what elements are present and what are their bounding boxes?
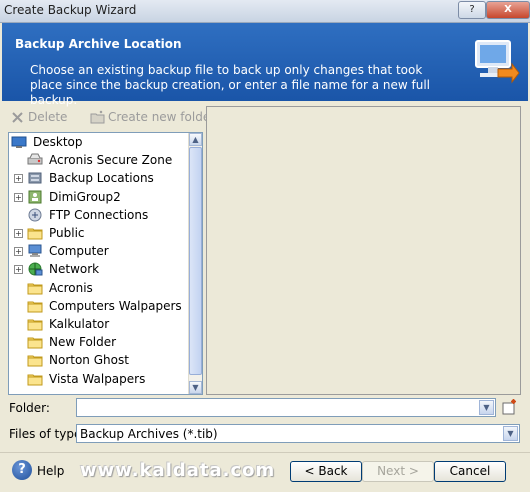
folder-icon (27, 374, 43, 386)
folder-icon (27, 301, 43, 313)
folder-tree[interactable]: Desktop Acronis Secure Zone + Backup Locati… (8, 132, 203, 395)
expand-toggle[interactable]: + (14, 192, 23, 202)
folder-icon (27, 337, 43, 349)
header-title: Backup Archive Location (15, 37, 182, 51)
desktop-icon (11, 136, 27, 148)
tree-item[interactable]: + Network (9, 260, 188, 278)
footer-divider (0, 452, 530, 453)
back-button[interactable]: < Back (290, 461, 362, 482)
create-new-folder-button[interactable]: Create new folder (108, 110, 215, 124)
tree-item-label: Desktop (33, 135, 83, 149)
scroll-down-arrow[interactable]: ▼ (189, 381, 202, 394)
expand-toggle[interactable]: + (14, 229, 23, 238)
tree-item[interactable]: New Folder (9, 333, 188, 351)
watermark-text: www.kaldata.com (80, 460, 276, 481)
browse-new-folder-icon[interactable] (501, 399, 518, 416)
tree-vertical-scrollbar[interactable]: ▲ ▼ (188, 133, 202, 394)
archive-contents-pane[interactable] (206, 106, 521, 395)
files-of-type-dropdown-arrow[interactable]: ▼ (503, 426, 518, 441)
folder-icon (27, 283, 43, 295)
user-folder-icon (28, 190, 42, 204)
tree-item[interactable]: + DimiGroup2 (9, 188, 188, 206)
window-title: Create Backup Wizard (4, 3, 137, 17)
tree-item-label: Network (49, 262, 100, 277)
folder-icon (27, 319, 43, 331)
create-backup-wizard-window: Create Backup Wizard ? X Backup Archive … (0, 0, 530, 492)
titlebar-close-button[interactable]: X (486, 1, 530, 19)
tree-item[interactable]: Kalkulator (9, 315, 188, 333)
tree-item[interactable]: + Backup Locations (9, 169, 188, 187)
tree-item[interactable]: Acronis (9, 279, 188, 297)
scroll-thumb[interactable] (189, 147, 202, 375)
delete-icon (12, 112, 23, 123)
delete-button[interactable]: Delete (28, 110, 67, 124)
files-of-type-value: Backup Archives (*.tib) (80, 427, 218, 441)
folder-dropdown-arrow[interactable]: ▼ (479, 400, 494, 415)
next-button[interactable]: Next > (362, 461, 434, 482)
help-link[interactable]: Help (37, 464, 64, 478)
backup-locations-icon (28, 172, 42, 184)
expand-toggle[interactable]: + (14, 174, 23, 184)
tree-item[interactable]: + Public (9, 224, 188, 242)
folder-icon (27, 228, 43, 240)
tree-item[interactable]: FTP Connections (9, 206, 188, 224)
tree-item-label: FTP Connections (49, 207, 149, 222)
tree-item[interactable]: Computers Walpapers (9, 297, 188, 315)
tree-item-label: DimiGroup2 (49, 189, 121, 204)
tree-item-label: Acronis (49, 280, 93, 295)
tree-item-label: Norton Ghost (49, 353, 129, 368)
computer-arrow-icon (475, 40, 520, 84)
titlebar-help-button[interactable]: ? (458, 1, 486, 19)
folder-combobox[interactable]: ▼ (76, 398, 496, 417)
tree-item[interactable]: Desktop (9, 133, 188, 151)
archive-toolbar: Delete Create new folder (8, 106, 215, 130)
cancel-button[interactable]: Cancel (434, 461, 506, 482)
tree-item[interactable]: Vista Walpapers (9, 370, 188, 388)
help-icon[interactable]: ? (12, 460, 32, 480)
tree-item-label: Backup Locations (49, 171, 154, 186)
tree-item-label: Kalkulator (49, 317, 110, 331)
computer-icon (28, 244, 42, 258)
wizard-header: Backup Archive Location Choose an existi… (2, 23, 528, 107)
expand-toggle[interactable]: + (14, 247, 23, 257)
tree-item-label: Computer (49, 244, 109, 259)
files-of-type-select[interactable]: Backup Archives (*.tib) ▼ (76, 424, 520, 443)
expand-toggle[interactable]: + (14, 265, 23, 275)
tree-item[interactable]: Acronis Secure Zone (9, 151, 188, 169)
tree-item-label: Computers Walpapers (49, 298, 182, 313)
folder-icon (27, 355, 43, 367)
secure-zone-icon (27, 153, 43, 165)
files-of-type-label: Files of type: (9, 427, 86, 441)
tree-item[interactable]: + Computer (9, 242, 188, 260)
folder-label: Folder: (9, 401, 50, 415)
scroll-up-arrow[interactable]: ▲ (189, 133, 202, 146)
network-icon (28, 262, 43, 276)
tree-item-label: Public (49, 226, 85, 240)
tree-item-label: New Folder (49, 335, 117, 350)
new-folder-icon (90, 110, 105, 124)
tree-item-label: Vista Walpapers (49, 371, 146, 386)
ftp-icon (28, 208, 42, 222)
header-description: Choose an existing backup file to back u… (30, 63, 431, 107)
tree-item[interactable]: Norton Ghost (9, 351, 188, 369)
title-bar: Create Backup Wizard ? X (0, 0, 530, 23)
tree-item-label: Acronis Secure Zone (49, 153, 173, 168)
